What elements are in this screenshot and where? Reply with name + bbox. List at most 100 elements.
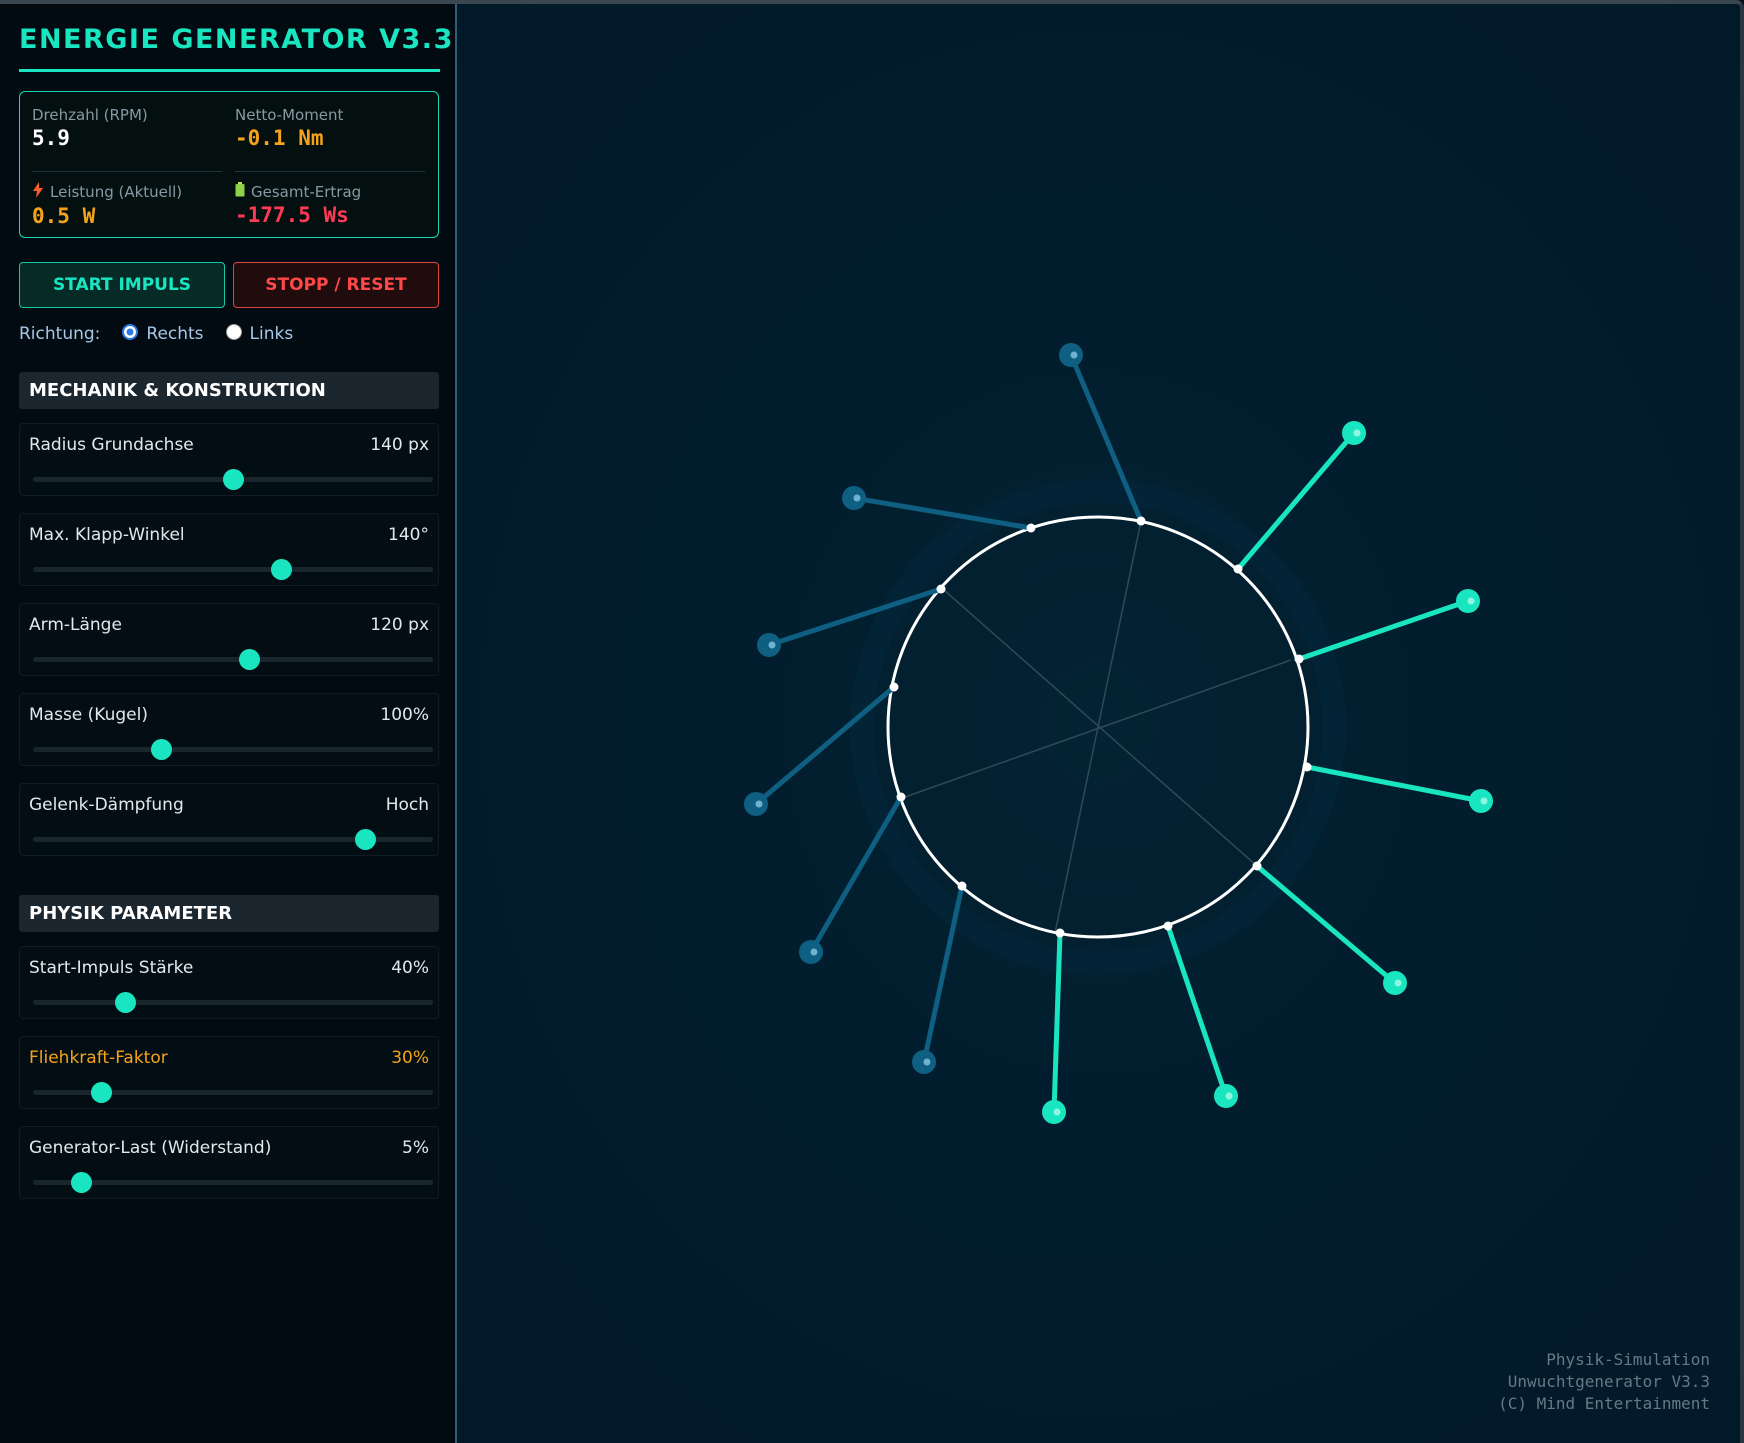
rotor-arm xyxy=(1235,430,1357,572)
slider-phys-0: Start-Impuls Stärke 40% xyxy=(19,946,439,1019)
slider-value: 140° xyxy=(388,525,429,545)
slider-thumb[interactable] xyxy=(115,992,136,1013)
slider-track[interactable] xyxy=(33,559,433,580)
rotor-ball-highlight xyxy=(1480,797,1488,805)
radio-right[interactable] xyxy=(122,324,139,340)
slider-track[interactable] xyxy=(33,1082,433,1103)
slider-value: 120 px xyxy=(370,615,429,635)
rotor-drawing xyxy=(744,343,1493,1124)
stat-yield: Gesamt-Ertrag -177.5 Ws xyxy=(235,182,425,227)
rotor-ball-highlight xyxy=(1394,979,1402,987)
slider-thumb[interactable] xyxy=(239,649,260,670)
rotor-joint xyxy=(1136,516,1146,526)
stat-rpm-label: Drehzahl (RPM) xyxy=(32,106,148,124)
rotor-spoke xyxy=(1054,520,1142,934)
slider-mech-4: Gelenk-Dämpfung Hoch xyxy=(19,783,439,856)
direction-option-right[interactable]: Rechts xyxy=(122,324,204,344)
stats-panel: Drehzahl (RPM) 5.9 Netto-Moment -0.1 Nm … xyxy=(19,91,439,238)
rotor-spoke xyxy=(904,659,1292,798)
stop-reset-button[interactable]: STOPP / RESET xyxy=(233,262,439,308)
stat-power-value: 0.5 W xyxy=(32,204,96,228)
rotor-ball-highlight xyxy=(768,641,776,649)
rotor-joint xyxy=(1163,921,1173,931)
rotor-arm xyxy=(766,586,944,648)
section-mechanics-header: MECHANIK & KONSTRUKTION xyxy=(19,372,439,409)
slider-thumb[interactable] xyxy=(223,469,244,490)
slider-label: Start-Impuls Stärke xyxy=(29,958,194,978)
rotor-ball-highlight xyxy=(853,494,861,502)
slider-label: Masse (Kugel) xyxy=(29,705,148,725)
rotor-ball-highlight xyxy=(1070,351,1078,359)
control-sidebar: ENERGIE GENERATOR V3.3 Drehzahl (RPM) 5.… xyxy=(0,4,457,1443)
simulation-canvas[interactable]: Physik-Simulation Unwuchtgenerator V3.3 … xyxy=(457,4,1740,1443)
stat-yield-label-row: Gesamt-Ertrag xyxy=(235,182,425,201)
stat-power-label: Leistung (Aktuell) xyxy=(50,183,183,201)
direction-option-left-label: Links xyxy=(249,324,294,344)
rotor-ball-highlight xyxy=(1467,597,1475,605)
rotor-joint xyxy=(1055,928,1065,938)
direction-label: Richtung: xyxy=(19,324,101,344)
rotor-joint xyxy=(889,682,899,692)
footer-line-2: Unwuchtgenerator V3.3 xyxy=(1507,1372,1710,1391)
stats-divider-left xyxy=(32,171,222,172)
slider-phys-2: Generator-Last (Widerstand) 5% xyxy=(19,1126,439,1199)
direction-row: Richtung: Rechts Links xyxy=(19,324,293,344)
slider-thumb[interactable] xyxy=(271,559,292,580)
stat-rpm-value: 5.9 xyxy=(32,126,70,150)
slider-label: Arm-Länge xyxy=(29,615,122,635)
footer-line-1: Physik-Simulation xyxy=(1546,1350,1710,1369)
title-underline xyxy=(19,69,440,72)
rotor-arm xyxy=(808,794,904,955)
rotor-joint xyxy=(1294,654,1304,664)
direction-option-left[interactable]: Links xyxy=(225,324,294,344)
slider-thumb[interactable] xyxy=(355,829,376,850)
slider-mech-2: Arm-Länge 120 px xyxy=(19,603,439,676)
slider-thumb[interactable] xyxy=(71,1172,92,1193)
slider-phys-1: Fliehkraft-Faktor 30% xyxy=(19,1036,439,1109)
radio-left[interactable] xyxy=(225,324,242,340)
rotor-joint xyxy=(936,584,946,594)
rotor-joint xyxy=(1252,861,1262,871)
rotor-ball-highlight xyxy=(810,948,818,956)
slider-mech-1: Max. Klapp-Winkel 140° xyxy=(19,513,439,586)
slider-label: Gelenk-Dämpfung xyxy=(29,795,184,815)
slider-thumb[interactable] xyxy=(91,1082,112,1103)
rotor-joint xyxy=(1302,762,1312,772)
rotor-joint xyxy=(1233,564,1243,574)
slider-track[interactable] xyxy=(33,739,433,760)
slider-value: 40% xyxy=(391,958,429,978)
rotor-ball-highlight xyxy=(1353,429,1361,437)
slider-mech-3: Masse (Kugel) 100% xyxy=(19,693,439,766)
slider-label: Radius Grundachse xyxy=(29,435,194,455)
rotor-arm xyxy=(1254,863,1398,986)
slider-value: 100% xyxy=(380,705,429,725)
lightning-icon xyxy=(32,182,44,202)
rotor-joint xyxy=(1026,523,1036,533)
slider-track[interactable] xyxy=(33,992,433,1013)
slider-label: Max. Klapp-Winkel xyxy=(29,525,185,545)
slider-label: Generator-Last (Widerstand) xyxy=(29,1138,272,1158)
stat-yield-value: -177.5 Ws xyxy=(235,203,349,227)
footer-line-3: (C) Mind Entertainment xyxy=(1498,1394,1710,1413)
rotor-joint xyxy=(957,881,967,891)
stat-rpm: Drehzahl (RPM) 5.9 xyxy=(32,106,222,150)
app-title: ENERGIE GENERATOR V3.3 xyxy=(19,24,454,55)
slider-value: 140 px xyxy=(370,435,429,455)
footer-credits: Physik-Simulation Unwuchtgenerator V3.3 … xyxy=(1498,1349,1710,1415)
slider-value: 5% xyxy=(402,1138,429,1158)
start-impulse-button[interactable]: START IMPULS xyxy=(19,262,225,308)
stats-divider-right xyxy=(235,171,425,172)
rotor-ball-highlight xyxy=(1225,1092,1233,1100)
stat-torque: Netto-Moment -0.1 Nm xyxy=(235,106,425,150)
stat-power: Leistung (Aktuell) 0.5 W xyxy=(32,182,222,228)
slider-track[interactable] xyxy=(33,1172,433,1193)
stat-yield-label: Gesamt-Ertrag xyxy=(251,182,362,201)
stat-torque-label: Netto-Moment xyxy=(235,106,344,124)
slider-track[interactable] xyxy=(33,469,433,490)
slider-mech-0: Radius Grundachse 140 px xyxy=(19,423,439,496)
slider-thumb[interactable] xyxy=(151,739,172,760)
slider-value: Hoch xyxy=(385,795,429,815)
slider-track[interactable] xyxy=(33,829,433,850)
slider-track[interactable] xyxy=(33,649,433,670)
rotor-spoke xyxy=(943,589,1258,867)
